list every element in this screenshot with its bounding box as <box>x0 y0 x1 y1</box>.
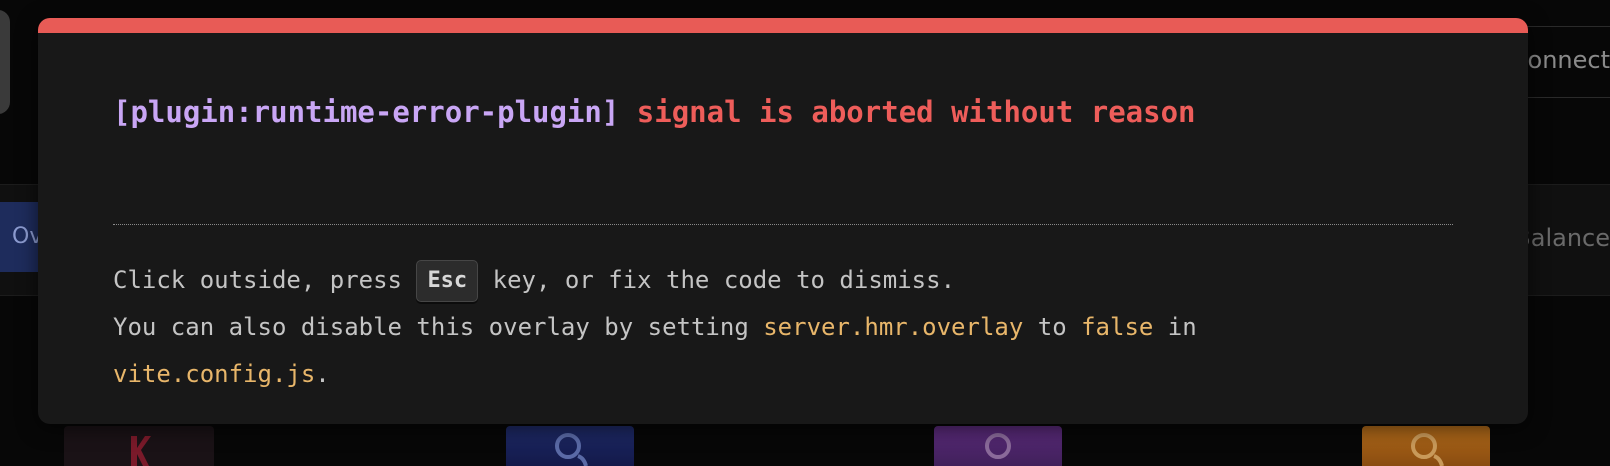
token-tile[interactable] <box>64 426 214 466</box>
coin-icon <box>555 433 588 466</box>
tip-text: . <box>315 360 330 388</box>
error-text: signal is aborted without reason <box>636 95 1196 129</box>
divider <box>113 224 1453 225</box>
coin-icon <box>1411 433 1444 466</box>
tab-overview[interactable]: Ov <box>0 202 40 272</box>
token-tile[interactable] <box>506 426 634 466</box>
tip-text: to <box>1023 313 1082 341</box>
badge-icon <box>985 433 1011 459</box>
tip-text: You can also disable this overlay by set… <box>113 313 764 341</box>
dismiss-tip: Click outside, press Esc key, or fix the… <box>113 257 1473 398</box>
tip-text: in <box>1153 313 1197 341</box>
token-tile[interactable] <box>1362 426 1490 466</box>
background-card <box>0 10 10 114</box>
setting-value: false <box>1081 313 1154 341</box>
plugin-name: [plugin:runtime-error-plugin] <box>113 95 620 129</box>
esc-key: Esc <box>416 260 479 302</box>
error-overlay: [plugin:runtime-error-plugin] signal is … <box>38 18 1528 424</box>
tip-text: key, or fix the code to dismiss. <box>478 266 956 294</box>
setting-name: server.hmr.overlay <box>763 313 1024 341</box>
token-tile[interactable] <box>934 426 1062 466</box>
error-message: [plugin:runtime-error-plugin] signal is … <box>113 95 1196 129</box>
tab-balance[interactable]: Balance <box>1514 224 1610 252</box>
token-logo-icon <box>131 436 151 466</box>
config-file: vite.config.js <box>113 360 316 388</box>
tip-text: Click outside, press <box>113 266 417 294</box>
